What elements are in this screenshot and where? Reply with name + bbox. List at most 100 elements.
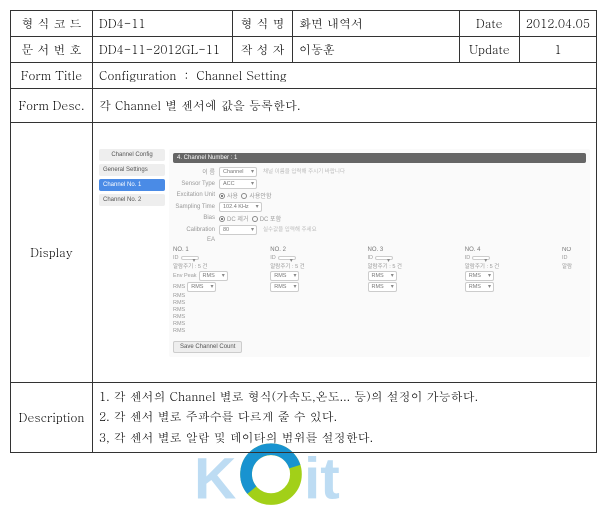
calibration-input[interactable]: 80 [219, 225, 257, 235]
description-cell: 1. 각 센서의 Channel 별로 형식(가속도,온도... 등)의 설정이… [93, 383, 597, 453]
hdr-code-value: DD4-11 [93, 11, 233, 37]
row-rms: RMS [173, 314, 185, 320]
grid-id-label: ID [465, 255, 471, 261]
description-line-1: 1. 각 센서의 Channel 별로 형식(가속도,온도... 등)의 설정이… [99, 387, 590, 407]
grid-interval-2: 알람주기 : 5 건 [270, 262, 304, 270]
hdr-date-value: 2012.04.05 [519, 11, 596, 37]
bias-label: Bias [173, 215, 219, 221]
grid-id-label: ID [562, 255, 568, 261]
row-select[interactable]: RMS [465, 271, 494, 281]
calibration-label: Calibration [173, 227, 219, 233]
hdr-name-value: 화면 내역서 [293, 11, 460, 37]
bias-opt2: DC 포함 [260, 217, 281, 223]
grid-id-input[interactable] [181, 256, 199, 260]
hdr-update-label: Update [459, 37, 519, 63]
row-select[interactable]: RMS [270, 282, 299, 292]
field-sampling: Sampling Time 102.4 KHz [173, 202, 586, 212]
row-select[interactable]: RMS [368, 271, 397, 281]
grid-col-1-header: NO. 1 [173, 247, 266, 253]
field-excitation: Excitation Unit 사용 사용안함 [173, 191, 586, 200]
grid-interval-5: 알람 [562, 262, 572, 270]
row-rms: RMS [173, 307, 185, 313]
row-select[interactable]: RMS [187, 282, 216, 292]
row-rms: RMS [173, 284, 185, 290]
bias-radio-include[interactable] [252, 216, 258, 222]
channel-grid: NO. 1 ID 알람주기 : 5 건 Env Peak RMS RMS RMS… [173, 247, 586, 335]
sampling-label: Sampling Time [173, 204, 219, 210]
form-title-label: Form Title [11, 63, 93, 89]
display-label: Display [11, 123, 93, 383]
field-bias: Bias DC 제거 DC 포함 [173, 214, 586, 223]
grid-interval-4: 알람주기 : 5 건 [465, 262, 499, 270]
description-label: Description [11, 383, 93, 453]
excitation-radio-nouse[interactable] [241, 193, 247, 199]
form-table: 형 식 코 드 DD4-11 형 식 명 화면 내역서 Date 2012.04… [10, 10, 597, 453]
grid-col-4-header: NO. 4 [465, 247, 558, 253]
excitation-radio-use[interactable] [219, 193, 225, 199]
grid-col-3-header: NO. 3 [368, 247, 461, 253]
hdr-author-value: 이동훈 [293, 37, 460, 63]
field-name: 이 름 Channel 채널 이름을 입력해 주시기 바랍니다 [173, 167, 586, 177]
grid-id-input[interactable] [375, 256, 393, 260]
grid-col-3: NO. 3 ID 알람주기 : 5 건 RMS RMS [368, 247, 461, 335]
grid-col-1: NO. 1 ID 알람주기 : 5 건 Env Peak RMS RMS RMS… [173, 247, 266, 335]
field-calibration: Calibration 80 실수값을 입력해 주세요 [173, 225, 586, 235]
hdr-docno-value: DD4-11-2012GL-11 [93, 37, 233, 63]
grid-id-label: ID [368, 255, 374, 261]
app-screenshot: Channel Config General Settings Channel … [99, 149, 590, 357]
description-line-2: 2. 각 센서 별로 주파수를 다르게 줄 수 있다. [99, 407, 590, 427]
grid-interval-1: 알람주기 : 5 건 [173, 262, 207, 270]
row-select[interactable]: RMS [270, 271, 299, 281]
row-select[interactable]: RMS [368, 282, 397, 292]
grid-interval-3: 알람주기 : 5 건 [368, 262, 402, 270]
row-rms: RMS [173, 293, 185, 299]
sidebar-header: Channel Config [99, 149, 165, 161]
grid-id-label: ID [173, 255, 179, 261]
sidebar-item-channel2[interactable]: Channel No. 2 [99, 194, 165, 206]
form-desc-label: Form Desc. [11, 89, 93, 123]
grid-id-input[interactable] [472, 256, 490, 260]
field-sensor-type: Sensor Type ACC [173, 179, 586, 189]
row-select[interactable]: RMS [199, 271, 228, 281]
row-rms: RMS [173, 321, 185, 327]
name-note: 채널 이름을 입력해 주시기 바랍니다 [263, 169, 345, 175]
display-cell: Channel Config General Settings Channel … [93, 123, 597, 383]
hdr-docno-label: 문 서 번 호 [11, 37, 93, 63]
excitation-opt1: 사용 [227, 194, 238, 200]
hdr-author-label: 작 성 자 [233, 37, 293, 63]
grid-col-2-header: NO. 2 [270, 247, 363, 253]
excitation-label: Excitation Unit [173, 192, 219, 198]
field-name-label: 이 름 [173, 167, 219, 176]
hdr-code-label: 형 식 코 드 [11, 11, 93, 37]
excitation-opt2: 사용안함 [249, 194, 271, 200]
grid-col-5-header: NO [562, 247, 586, 253]
save-button[interactable]: Save Channel Count [173, 341, 242, 353]
name-input[interactable]: Channel [219, 167, 257, 177]
description-line-3: 3, 각 센서 별로 알람 및 데이타의 범위를 설정한다. [99, 428, 590, 448]
bias-radio-remove[interactable] [219, 216, 225, 222]
panel-header: 4. Channel Number : 1 [173, 153, 586, 163]
grid-col-5: NO ID 알람 [562, 247, 586, 335]
svg-text:K: K [194, 446, 236, 511]
bias-opt1: DC 제거 [227, 217, 248, 223]
sidebar-item-channel1[interactable]: Channel No. 1 [99, 179, 165, 191]
sensor-type-label: Sensor Type [173, 181, 219, 187]
form-title-value: Configuration ： Channel Setting [93, 63, 597, 89]
grid-col-2: NO. 2 ID 알람주기 : 5 건 RMS RMS [270, 247, 363, 335]
grid-col-4: NO. 4 ID 알람주기 : 5 건 RMS RMS [465, 247, 558, 335]
sidebar-item-general[interactable]: General Settings [99, 164, 165, 176]
grid-id-label: ID [270, 255, 276, 261]
row-envpeak: Env Peak [173, 273, 197, 279]
grid-id-input[interactable] [278, 256, 296, 260]
row-rms: RMS [173, 300, 185, 306]
row-rms: RMS [173, 328, 185, 334]
sensor-type-select[interactable]: ACC [219, 179, 257, 189]
field-ea: EA [173, 237, 586, 243]
svg-text:it: it [304, 446, 340, 511]
panel: 4. Channel Number : 1 이 름 Channel 채널 이름을 … [169, 149, 590, 357]
ea-label: EA [173, 237, 219, 243]
row-select[interactable]: RMS [465, 282, 494, 292]
hdr-update-value: 1 [519, 37, 596, 63]
calibration-note: 실수값을 입력해 주세요 [263, 227, 317, 233]
sampling-select[interactable]: 102.4 KHz [219, 202, 262, 212]
